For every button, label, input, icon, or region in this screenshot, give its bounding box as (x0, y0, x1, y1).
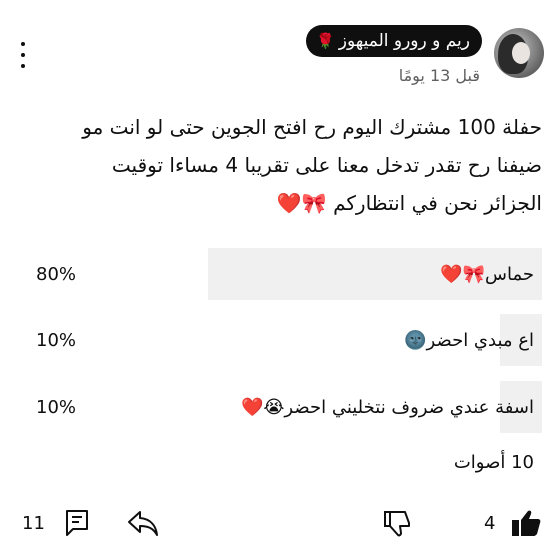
rose-icon: 🌹 (316, 32, 335, 50)
poll-option-percent: 10% (36, 329, 77, 351)
post-timestamp: قبل 13 يومًا (398, 66, 480, 85)
post-text: حفلة 100 مشترك اليوم رح افتح الجوين حتى … (82, 115, 542, 215)
author-name: ريم و رورو الميهوز (338, 31, 470, 51)
avatar-face (512, 42, 530, 64)
like-count-value: 4 (484, 512, 496, 534)
author-name-chip[interactable]: ريم و رورو الميهوز 🌹 (306, 25, 482, 57)
share-icon (128, 511, 158, 536)
like-button[interactable] (510, 506, 542, 540)
comment-button[interactable] (64, 506, 90, 540)
thumbs-down-icon (384, 511, 410, 537)
more-options-icon[interactable] (16, 40, 30, 70)
comment-icon (66, 510, 88, 536)
comment-count: 11 (22, 506, 45, 540)
poll-option-label: اع مبدي احضر🌚 (404, 329, 534, 351)
dislike-button[interactable] (382, 506, 412, 540)
poll-option-percent: 10% (36, 396, 77, 418)
poll-option-label: اسفة عندي ضروف نتخليني احضر😭❤️ (240, 396, 534, 418)
share-button[interactable] (126, 506, 160, 540)
poll-option[interactable]: حماس🎀❤️ (124, 248, 542, 300)
poll-total-votes: 10 أصوات (453, 452, 534, 473)
poll-option[interactable]: اسفة عندي ضروف نتخليني احضر😭❤️ (124, 381, 542, 433)
poll-option-label: حماس🎀❤️ (440, 263, 534, 285)
like-count: 4 (484, 506, 495, 540)
poll-option-percent: 80% (36, 263, 77, 285)
poll-option[interactable]: اع مبدي احضر🌚 (124, 314, 542, 366)
community-post: ريم و رورو الميهوز 🌹 قبل 13 يومًا حفلة 1… (0, 0, 560, 560)
comment-count-value: 11 (22, 512, 45, 534)
thumbs-up-filled-icon (512, 510, 541, 536)
channel-avatar[interactable] (494, 28, 544, 78)
